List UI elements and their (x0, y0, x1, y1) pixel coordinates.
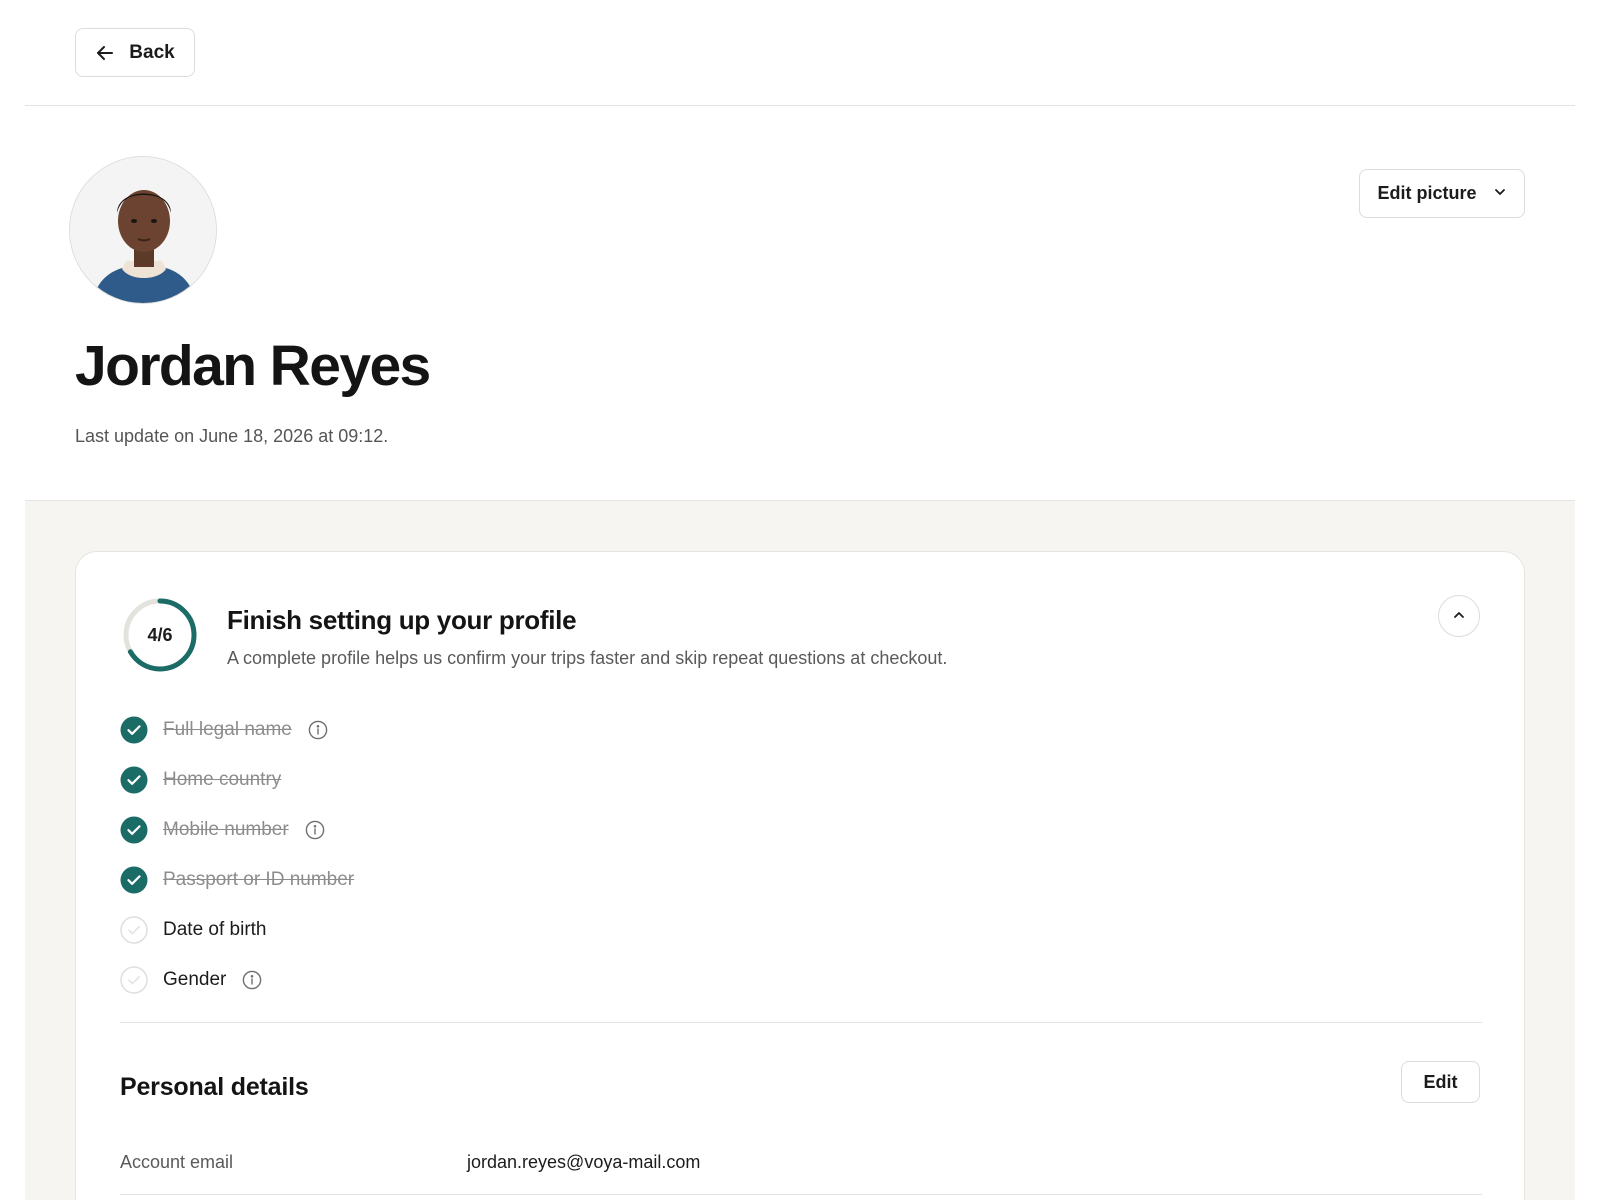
checklist-item: Mobile number (120, 805, 820, 855)
info-icon[interactable] (305, 820, 325, 840)
checklist-item: Date of birth (120, 905, 820, 955)
top-bar: Back (25, 0, 1575, 106)
back-button-label: Back (129, 41, 175, 63)
checklist-item-label: Full legal name (163, 719, 292, 740)
field-value-account-email: jordan.reyes@voya-mail.com (467, 1152, 701, 1172)
check-circle-empty-icon (120, 966, 148, 994)
last-update-text: Last update on June 18, 2026 at 09:12. (75, 426, 389, 446)
arrow-left-icon (95, 43, 115, 63)
setup-description: A complete profile helps us confirm your… (227, 648, 948, 668)
setup-checklist: Full legal name Home country Mobile number… (120, 705, 820, 1005)
profile-card: 4/6 Finish setting up your profile A com… (75, 551, 1525, 1200)
checklist-item-label: Gender (163, 969, 227, 990)
personal-details-title: Personal details (120, 1073, 309, 1101)
edit-personal-details-button[interactable]: Edit (1401, 1061, 1480, 1103)
profile-name: Jordan Reyes (75, 334, 431, 398)
progress-ring: 4/6 (122, 597, 198, 673)
checklist-item: Full legal name (120, 705, 820, 755)
collapse-button[interactable] (1438, 595, 1480, 637)
checklist-item: Home country (120, 755, 820, 805)
avatar (69, 156, 217, 304)
checklist-item: Gender (120, 955, 820, 1005)
info-icon[interactable] (308, 720, 328, 740)
setup-title: Finish setting up your profile (227, 605, 577, 635)
checklist-item-label: Home country (163, 769, 282, 790)
field-divider (120, 1194, 1482, 1195)
content-area: 4/6 Finish setting up your profile A com… (25, 501, 1575, 1200)
check-circle-filled-icon (120, 716, 148, 744)
check-circle-filled-icon (120, 866, 148, 894)
chevron-up-icon (1452, 608, 1466, 625)
checklist-item-label: Date of birth (163, 919, 267, 940)
app-frame: Back Edit picture Jordan Reyes Last upda… (25, 0, 1575, 1200)
chevron-down-icon (1493, 183, 1507, 204)
field-label-account-email: Account email (120, 1152, 234, 1172)
progress-label: 4/6 (147, 624, 173, 645)
back-button[interactable]: Back (75, 28, 195, 77)
edit-picture-label: Edit picture (1377, 183, 1477, 203)
check-circle-empty-icon (120, 916, 148, 944)
checklist-item-label: Passport or ID number (163, 869, 355, 890)
checklist-item: Passport or ID number (120, 855, 820, 905)
info-icon[interactable] (242, 970, 262, 990)
check-circle-filled-icon (120, 766, 148, 794)
checklist-item-label: Mobile number (163, 819, 289, 840)
profile-header: Edit picture Jordan Reyes Last update on… (25, 106, 1575, 501)
section-divider (120, 1022, 1482, 1023)
check-circle-filled-icon (120, 816, 148, 844)
edit-picture-button[interactable]: Edit picture (1359, 169, 1525, 218)
